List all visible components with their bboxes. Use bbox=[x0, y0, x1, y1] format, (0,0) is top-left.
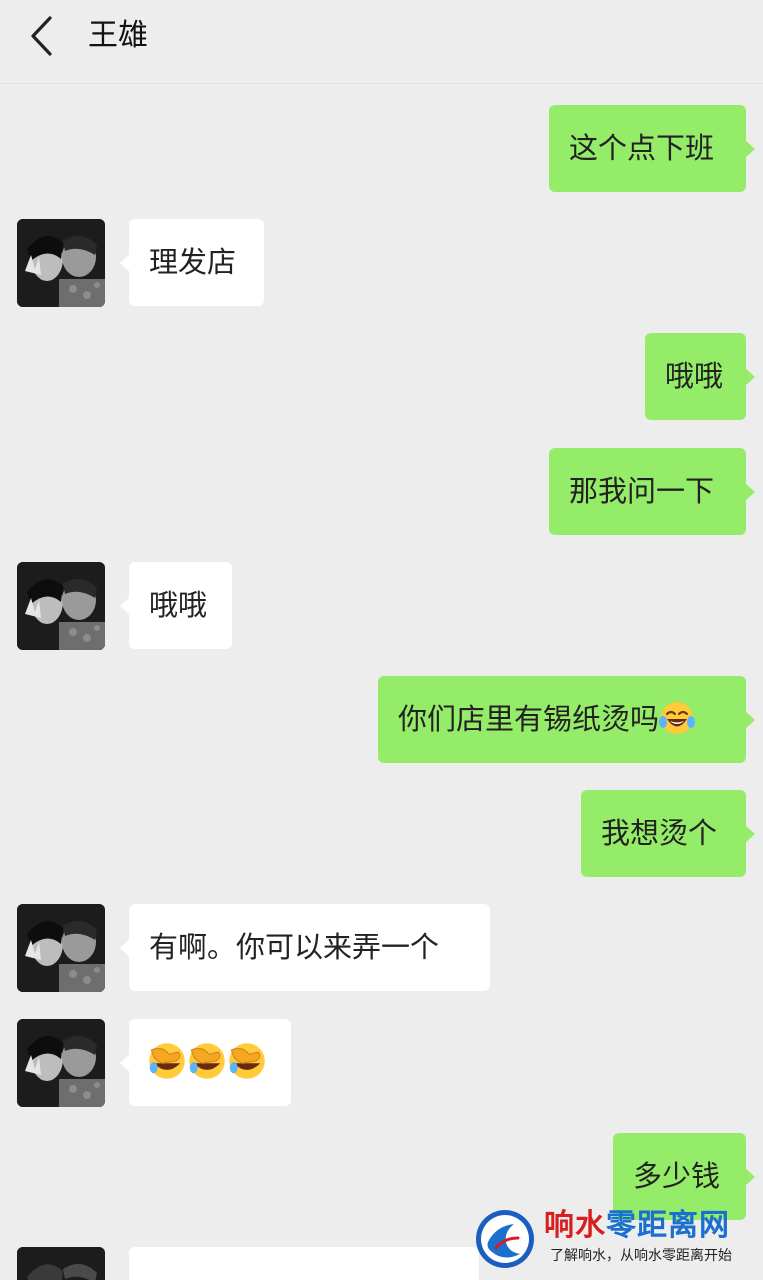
facepalm-emoji bbox=[229, 1043, 265, 1079]
incoming-message-bubble[interactable]: 理发店 bbox=[120, 219, 264, 306]
contact-avatar[interactable] bbox=[17, 1247, 105, 1280]
message-text: 那我问一下 bbox=[569, 474, 715, 508]
contact-name: 王雄 bbox=[88, 18, 148, 53]
site-tagline: 了解响水，从响水零距离开始 bbox=[550, 1248, 732, 1264]
incoming-message-bubble[interactable] bbox=[129, 1247, 479, 1280]
message-text: 我想烫个 bbox=[601, 816, 718, 850]
site-logo-icon bbox=[476, 1210, 534, 1268]
message-text: 这个点下班 bbox=[569, 131, 715, 165]
outgoing-message-bubble[interactable]: 你们店里有锡纸烫吗 bbox=[378, 676, 755, 763]
message-text: 理发店 bbox=[149, 245, 237, 279]
outgoing-message-bubble[interactable]: 这个点下班 bbox=[549, 105, 755, 192]
outgoing-message-bubble[interactable]: 那我问一下 bbox=[549, 448, 755, 535]
contact-avatar[interactable] bbox=[17, 219, 105, 307]
message-text: 多少钱 bbox=[633, 1159, 721, 1193]
contact-avatar[interactable] bbox=[17, 562, 105, 650]
message-text: 哦哦 bbox=[665, 359, 724, 393]
site-name: 响水零距离网 bbox=[544, 1208, 730, 1243]
incoming-message-bubble[interactable]: 有啊。你可以来弄一个 bbox=[120, 904, 490, 991]
outgoing-message-bubble[interactable]: 哦哦 bbox=[645, 333, 755, 420]
site-watermark: 响水零距离网 了解响水，从响水零距离开始 bbox=[474, 1206, 759, 1276]
message-text: 你们店里有锡纸烫吗 bbox=[398, 702, 660, 736]
chevron-left-icon bbox=[31, 16, 52, 56]
outgoing-message-bubble[interactable]: 我想烫个 bbox=[581, 790, 755, 877]
back-button[interactable] bbox=[22, 14, 62, 58]
contact-avatar[interactable] bbox=[17, 1019, 105, 1107]
incoming-message-bubble[interactable]: 哦哦 bbox=[120, 562, 232, 649]
message-text: 有啊。你可以来弄一个 bbox=[149, 930, 440, 964]
chat-header: 王雄 bbox=[0, 0, 763, 84]
message-text: 哦哦 bbox=[149, 588, 208, 622]
facepalm-emoji bbox=[189, 1043, 225, 1079]
facepalm-emoji bbox=[149, 1043, 185, 1079]
tears-of-joy-emoji bbox=[659, 702, 696, 734]
contact-avatar[interactable] bbox=[17, 904, 105, 992]
incoming-message-bubble[interactable] bbox=[120, 1019, 291, 1106]
